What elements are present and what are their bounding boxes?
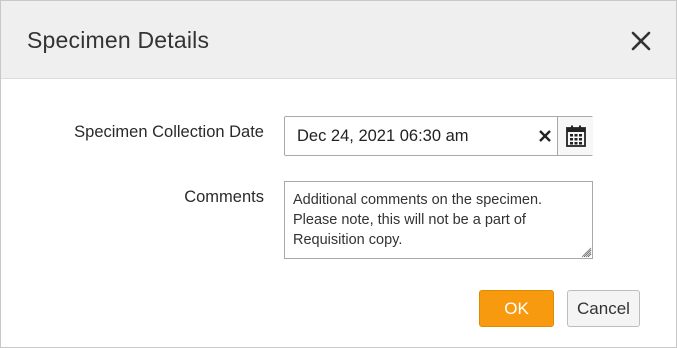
calendar-button[interactable] [557,117,593,155]
dialog-title: Specimen Details [27,27,210,53]
collection-date-label: Specimen Collection Date [74,123,264,141]
collection-date-field[interactable]: Dec 24, 2021 06:30 am [284,116,593,156]
resize-grip-icon[interactable] [580,246,592,258]
cancel-button[interactable]: Cancel [567,290,640,327]
dialog-header: Specimen Details [1,1,676,79]
close-button[interactable] [625,25,657,57]
comments-label: Comments [184,188,264,206]
comments-textarea[interactable]: Additional comments on the specimen. Ple… [284,181,593,259]
clear-date-button[interactable] [537,128,553,144]
collection-date-value[interactable]: Dec 24, 2021 06:30 am [297,127,469,146]
close-icon [631,31,651,51]
calendar-icon [566,125,586,147]
clear-icon [539,130,551,142]
ok-button[interactable]: OK [479,290,554,327]
specimen-details-dialog: Specimen Details Specimen Collection Dat… [0,0,677,348]
